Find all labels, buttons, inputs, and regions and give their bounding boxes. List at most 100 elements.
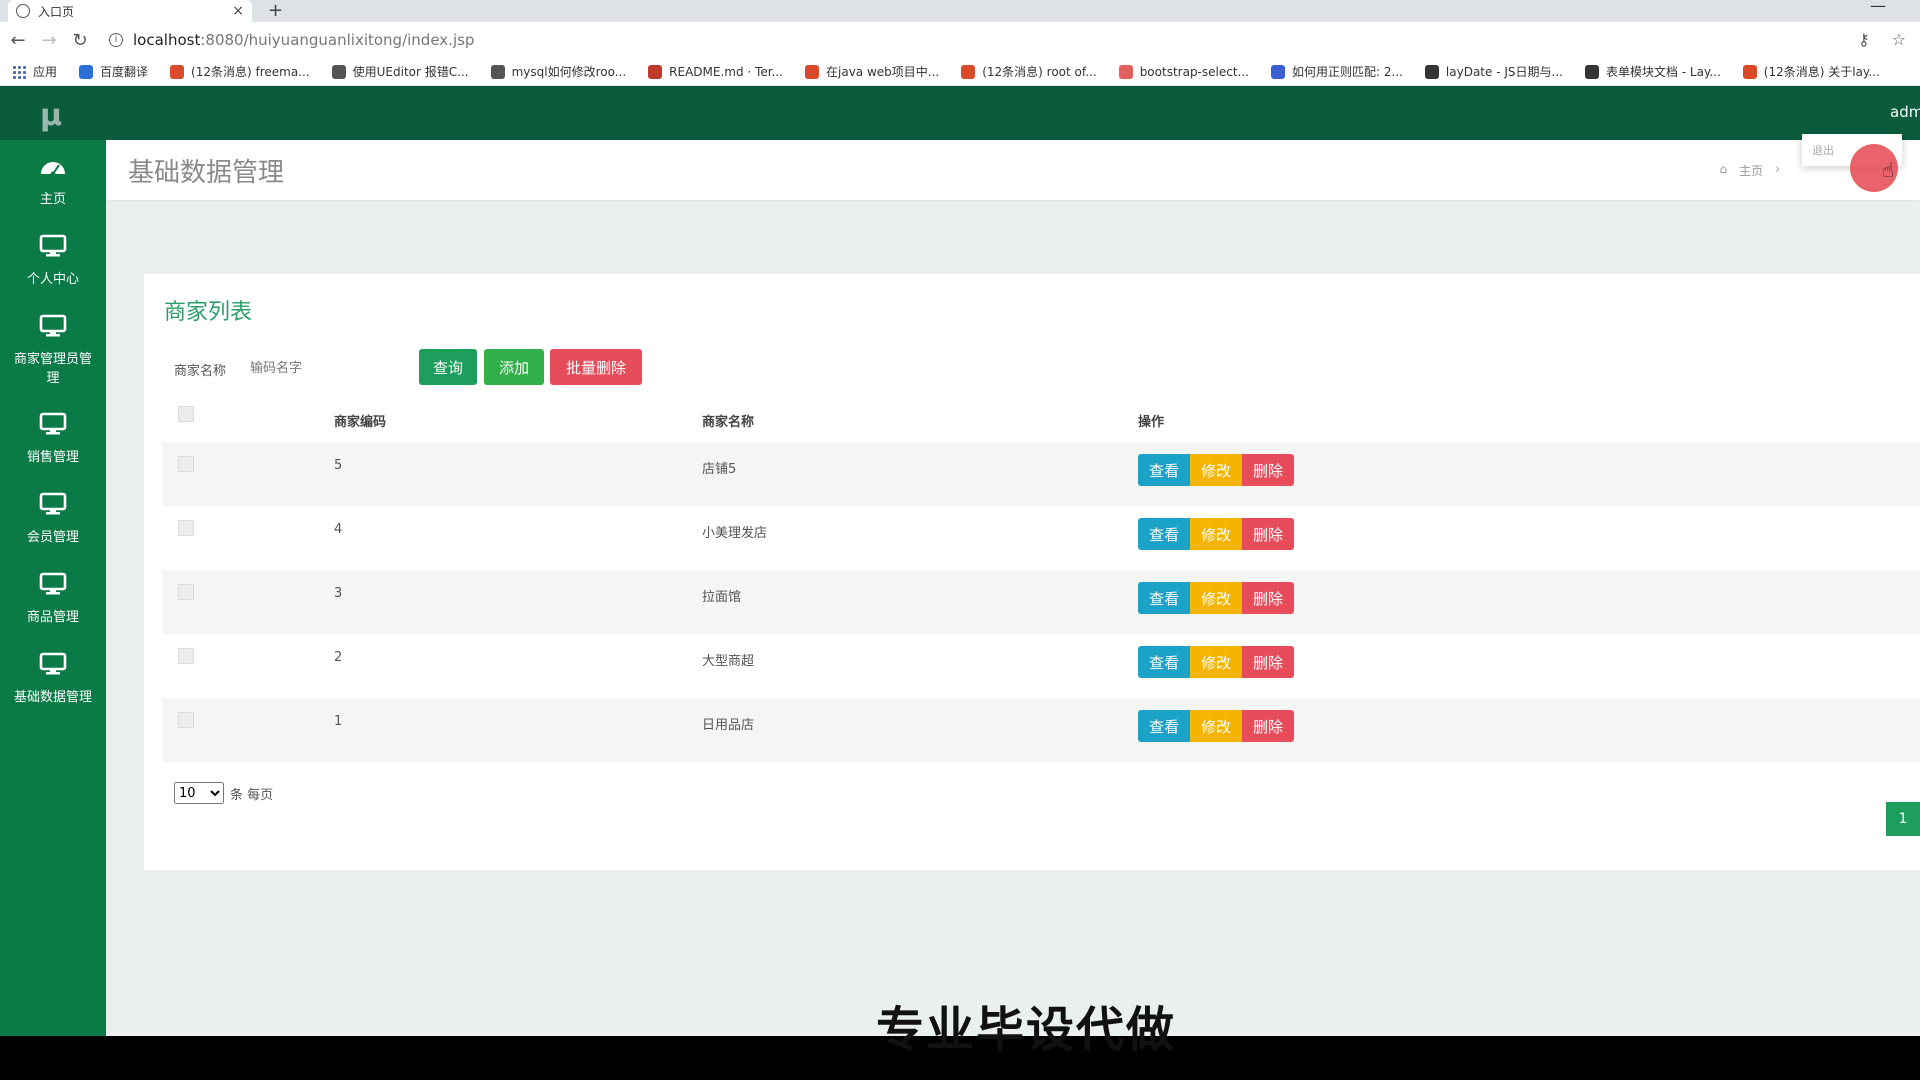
top-navbar: μ admin [0,86,1920,140]
edit-button[interactable]: 修改 [1190,710,1242,742]
merchant-list-panel: 商家列表 商家名称 查询 添加 批量删除 商家编码 商家名称 操作 5 店铺5 查看… [144,274,1920,870]
bookmark-item[interactable]: 百度翻译 [79,63,148,80]
user-name[interactable]: admin [1890,103,1920,121]
sidebar-item[interactable]: 销售管理 [0,398,106,478]
add-button[interactable]: 添加 [484,349,544,385]
select-all-checkbox[interactable] [178,406,194,422]
sidebar-item[interactable]: 会员管理 [0,478,106,558]
logout-item[interactable]: 退出 [1812,144,1834,157]
bookmark-item[interactable]: 应用 [12,63,57,80]
bookmark-item[interactable]: (12条消息) freema... [170,63,310,80]
table-row: 3 拉面馆 查看 修改 删除 [162,570,1920,634]
tab-title: 入口页 [38,4,75,19]
favicon-icon [1270,64,1285,79]
row-actions: 查看 修改 删除 [1138,646,1294,678]
edit-button[interactable]: 修改 [1190,518,1242,550]
header-code: 商家编码 [334,415,387,430]
row-checkbox[interactable] [178,712,194,728]
delete-button[interactable]: 删除 [1242,582,1294,614]
url-input[interactable]: i localhost:8080/huiyuanguanlixitong/ind… [109,31,474,49]
favicon-icon [490,64,505,79]
panel-title: 商家列表 [164,300,253,325]
row-actions: 查看 修改 删除 [1138,710,1294,742]
view-button[interactable]: 查看 [1138,518,1190,550]
row-checkbox[interactable] [178,456,194,472]
bookmark-label: 如何用正则匹配: 2... [1291,65,1403,79]
merchant-name-input[interactable] [244,354,404,382]
view-button[interactable]: 查看 [1138,710,1190,742]
edit-button[interactable]: 修改 [1190,582,1242,614]
cell-name: 日用品店 [702,718,755,733]
row-checkbox[interactable] [178,584,194,600]
bookmark-item[interactable]: 如何用正则匹配: 2... [1270,63,1403,80]
sidebar-item-label: 基础数据管理 [13,690,92,705]
bookmark-label: 表单模块文档 - Lay... [1605,65,1721,79]
page-size-select[interactable]: 10 [174,782,224,804]
row-checkbox[interactable] [178,520,194,536]
delete-button[interactable]: 删除 [1242,454,1294,486]
cell-code: 4 [334,522,343,537]
row-checkbox[interactable] [178,648,194,664]
sidebar-item[interactable]: 主页 [0,140,106,220]
sidebar-item[interactable]: 商品管理 [0,558,106,638]
view-button[interactable]: 查看 [1138,582,1190,614]
favicon-icon [961,64,976,79]
bookmark-label: (12条消息) root of... [982,65,1097,79]
sidebar: 主页个人中心商家管理员管理销售管理 会员管理 商品管理基础数据管理 [0,140,106,1036]
query-button[interactable]: 查询 [419,349,477,385]
bookmark-item[interactable]: (12条消息) root of... [961,63,1097,80]
sidebar-item[interactable]: 个人中心 [0,220,106,300]
bookmark-item[interactable]: 在java web项目中... [805,63,939,80]
close-tab-icon[interactable]: × [232,3,244,19]
bookmark-item[interactable]: layDate - JS日期与... [1424,63,1563,80]
forward-icon[interactable]: → [36,30,62,51]
cell-code: 1 [334,714,343,729]
favicon-icon [1584,64,1599,79]
view-button[interactable]: 查看 [1138,454,1190,486]
favicon-icon [805,64,819,79]
sidebar-item[interactable]: 基础数据管理 [0,638,106,718]
back-icon[interactable]: ← [5,30,31,51]
star-icon[interactable]: ☆ [1892,30,1906,49]
page-header: 基础数据管理 ⌂ 主页 › 退出 ☝ [106,134,1920,200]
edit-button[interactable]: 修改 [1190,646,1242,678]
dashboard-icon [39,154,67,182]
bookmark-item[interactable]: mysql如何修改roo... [490,63,626,80]
browser-tab[interactable]: 入口页 × [8,0,252,22]
view-button[interactable]: 查看 [1138,646,1190,678]
breadcrumb-home[interactable]: 主页 [1739,162,1763,179]
sidebar-item-label: 个人中心 [26,272,79,287]
delete-button[interactable]: 删除 [1242,518,1294,550]
edit-button[interactable]: 修改 [1190,454,1242,486]
minimize-icon[interactable]: — [1870,0,1886,15]
batch-delete-button[interactable]: 批量删除 [550,349,642,385]
bookmark-item[interactable]: bootstrap-select... [1118,64,1249,79]
header-name: 商家名称 [702,415,755,430]
bookmark-item[interactable]: 使用UEditor 报错C... [331,63,469,80]
bookmark-label: 百度翻译 [100,65,149,79]
info-icon[interactable]: i [109,33,123,47]
key-icon[interactable]: ⚷ [1858,30,1870,49]
delete-button[interactable]: 删除 [1242,646,1294,678]
sidebar-item[interactable]: 商家管理员管理 [0,300,106,398]
bookmark-label: (12条消息) 关于lay... [1763,65,1880,79]
table-row: 4 小美理发店 查看 修改 删除 [162,506,1920,570]
globe-icon [16,4,30,18]
merchant-table: 商家编码 商家名称 操作 5 店铺5 查看 修改 删除 4 小美理发店 查看 修改 删除 3 拉面馆查… [162,394,1920,762]
favicon-icon [1742,64,1757,79]
bookmark-item[interactable]: 表单模块文档 - Lay... [1584,63,1721,80]
new-tab-button[interactable]: + [268,0,283,22]
bookmark-item[interactable]: README.md · Ter... [648,64,783,79]
monitor-icon [39,492,67,520]
header-op: 操作 [1138,415,1165,430]
bookmark-item[interactable]: (12条消息) 关于lay... [1742,63,1880,80]
monitor-icon [39,572,67,600]
delete-button[interactable]: 删除 [1242,710,1294,742]
breadcrumb-separator: › [1775,162,1780,176]
bookmark-label: bootstrap-select... [1139,64,1249,79]
page-1-button[interactable]: 1 [1886,802,1920,836]
sidebar-item-label: 商家管理员管理 [13,352,92,386]
cell-name: 大型商超 [702,654,755,669]
page-size-control: 10 条 每页 [174,782,273,804]
reload-icon[interactable]: ↻ [67,30,93,51]
